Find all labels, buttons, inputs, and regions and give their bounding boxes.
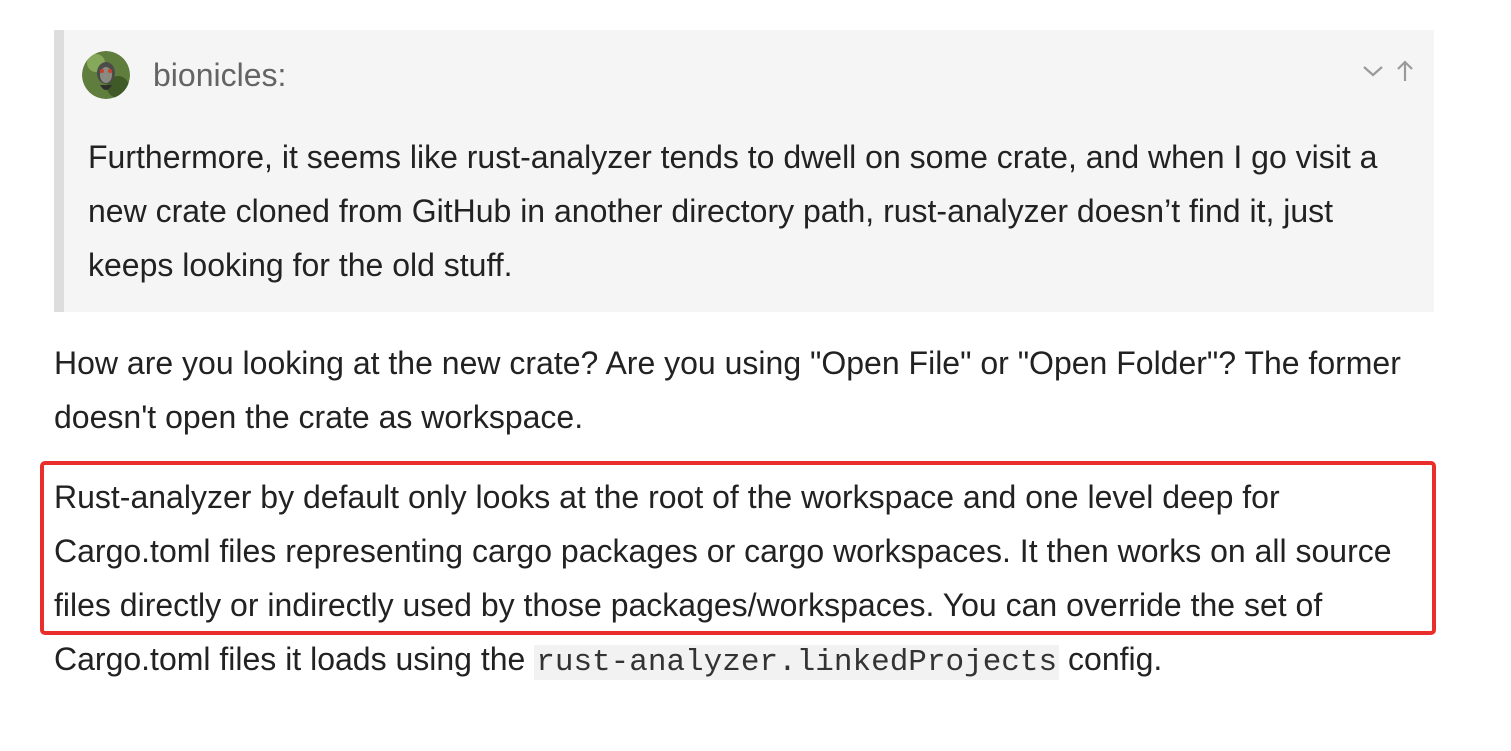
quote-controls — [1360, 58, 1418, 84]
post-paragraph-1: How are you looking at the new crate? Ar… — [54, 345, 1401, 435]
paragraph-2-end: config. — [1059, 641, 1163, 677]
linked-projects-code: rust-analyzer.linkedProjects — [534, 645, 1060, 680]
expand-quote-button[interactable] — [1360, 58, 1386, 84]
quote-username[interactable]: bionicles: — [153, 59, 286, 91]
avatar[interactable] — [82, 51, 130, 99]
quote-block: bionicles: Furthermore, it seems like ru… — [54, 30, 1434, 312]
go-to-quoted-post-button[interactable] — [1392, 58, 1418, 84]
arrow-up-icon — [1397, 60, 1413, 81]
quote-header: bionicles: — [82, 50, 286, 100]
quote-text: Furthermore, it seems like rust-analyzer… — [88, 139, 1378, 283]
post-paragraph-2: Rust-analyzer by default only looks at t… — [54, 470, 1444, 690]
avatar-image — [82, 51, 130, 99]
chevron-down-icon — [1363, 66, 1383, 77]
